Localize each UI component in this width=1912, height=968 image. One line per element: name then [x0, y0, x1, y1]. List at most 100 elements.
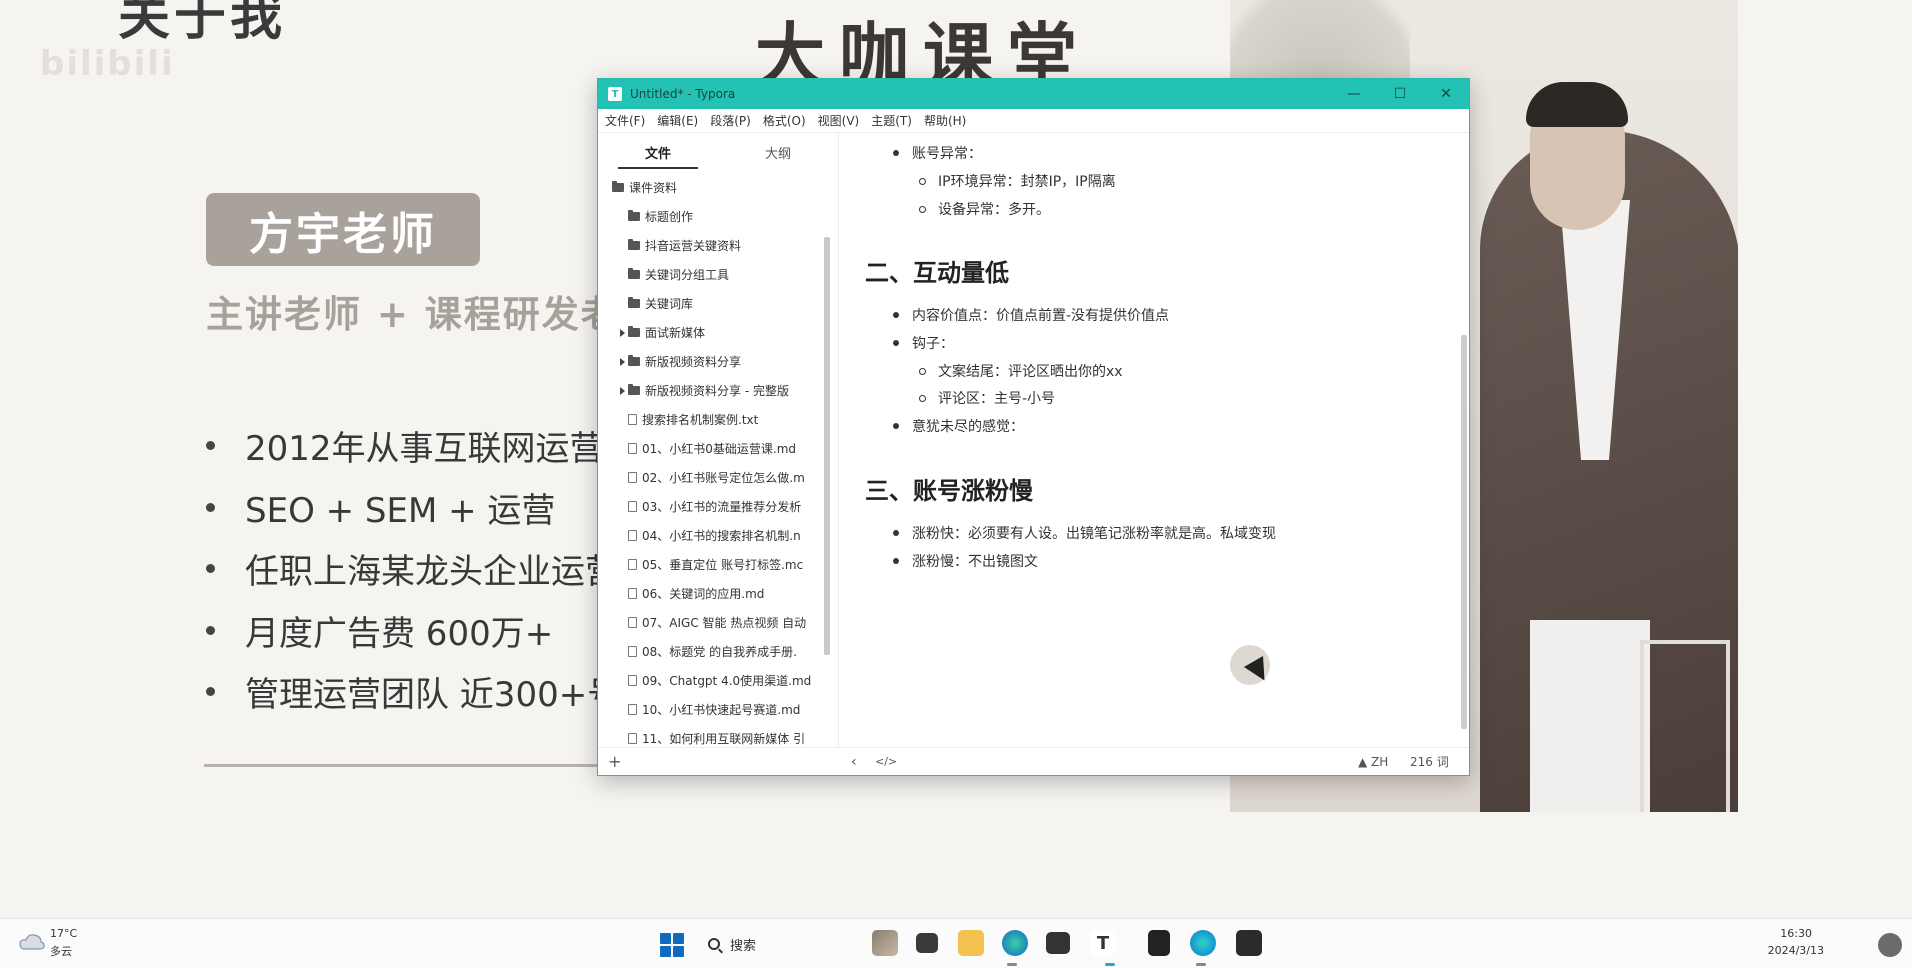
menu-file[interactable]: 文件(F) [605, 112, 645, 129]
start-button[interactable] [660, 933, 684, 957]
tree-folder-item[interactable]: 标题创作 [598, 202, 830, 231]
tree-item-label: 04、小红书的搜索排名机制.n [642, 529, 801, 543]
notification-icon[interactable] [1878, 933, 1902, 957]
tree-folder-item[interactable]: 面试新媒体 [598, 318, 830, 347]
slide-heading: 关于我 [118, 0, 287, 47]
maximize-button[interactable]: ☐ [1377, 79, 1423, 109]
search-label: 搜索 [730, 938, 757, 954]
editor-list-item[interactable]: 评论区：主号-小号 [919, 388, 1055, 408]
tree-folder-item[interactable]: 新版视频资料分享 - 完整版 [598, 376, 830, 405]
tree-item-label: 05、垂直定位 账号打标签.mc [642, 558, 804, 572]
sidebar: 文件 大纲 课件资料标题创作 抖音运营关键资料 关键词分组工具关键词库面试新媒体新版… [598, 133, 839, 747]
taskbar-app-store-icon[interactable] [1046, 932, 1070, 954]
folder-icon [628, 326, 640, 337]
source-code-toggle-icon[interactable]: </> [875, 755, 897, 768]
editor-area[interactable]: 账号异常： IP环境异常：封禁IP，IP隔离 设备异常：多开。二、互动量低内容价值点… [839, 133, 1469, 747]
tree-folder-item[interactable]: 抖音运营关键资料 [598, 231, 830, 260]
tree-file-item[interactable]: 搜索排名机制案例.txt [598, 405, 830, 434]
weather-description[interactable]: 多云 [50, 943, 72, 959]
expand-caret-icon[interactable] [620, 357, 625, 366]
word-count[interactable]: 216 词 [1410, 753, 1449, 770]
taskbar-search[interactable]: 搜索 [700, 928, 850, 960]
tree-item-label: 课件资料 [629, 181, 678, 195]
cloudy-weather-icon[interactable] [18, 931, 46, 953]
sidebar-scrollbar[interactable] [824, 237, 830, 655]
tree-folder-item[interactable]: 课件资料 [598, 173, 830, 202]
menu-edit[interactable]: 编辑(E) [657, 112, 698, 129]
tab-files[interactable]: 文件 [598, 133, 718, 171]
taskbar-app-widgets-icon[interactable] [872, 930, 898, 956]
tree-file-item[interactable]: 11、如何利用互联网新媒体 引 [598, 724, 830, 747]
language-indicator[interactable]: ▲ ZH [1358, 755, 1388, 769]
clock-date[interactable]: 2024/3/13 [1768, 944, 1824, 957]
menu-view[interactable]: 视图(V) [818, 112, 860, 129]
minimize-button[interactable]: — [1331, 79, 1377, 109]
file-icon [628, 617, 637, 628]
taskbar: 17°C 多云 搜索 T 16:30 2024/3/13 [0, 918, 1912, 968]
tree-item-label: 06、关键词的应用.md [642, 587, 765, 601]
running-app-indicator [1007, 963, 1017, 966]
tree-item-label: 01、小红书0基础运营课.md [642, 442, 797, 456]
file-icon [628, 414, 637, 425]
edge-dev-browser-icon[interactable] [1190, 930, 1216, 956]
file-icon [628, 733, 637, 744]
editor-list-item[interactable]: 设备异常：多开。 [919, 199, 1050, 219]
tree-folder-item[interactable]: 关键词库 [598, 289, 830, 318]
tree-item-label: 关键词库 [645, 297, 694, 311]
file-icon [628, 704, 637, 715]
menu-bar: 文件(F) 编辑(E) 段落(P) 格式(O) 视图(V) 主题(T) 帮助(H… [598, 109, 1469, 133]
tree-file-item[interactable]: 03、小红书的流量推荐分发析 [598, 492, 830, 521]
file-icon [628, 443, 637, 454]
tree-item-label: 新版视频资料分享 - 完整版 [645, 384, 789, 398]
tab-outline[interactable]: 大纲 [718, 133, 838, 171]
editor-heading[interactable]: 三、账号涨粉慢 [865, 471, 1033, 506]
file-icon [628, 588, 637, 599]
tree-folder-item[interactable]: 关键词分组工具 [598, 260, 830, 289]
tree-folder-item[interactable]: 新版视频资料分享 [598, 347, 830, 376]
editor-list-item[interactable]: IP环境异常：封禁IP，IP隔离 [919, 171, 1116, 191]
clock-time[interactable]: 16:30 [1780, 927, 1812, 940]
tree-file-item[interactable]: 02、小红书账号定位怎么做.m [598, 463, 830, 492]
expand-caret-icon[interactable] [620, 328, 625, 337]
menu-paragraph[interactable]: 段落(P) [710, 112, 751, 129]
menu-help[interactable]: 帮助(H) [924, 112, 966, 129]
editor-heading[interactable]: 二、互动量低 [865, 253, 1009, 288]
taskbar-app-tool-icon[interactable] [1236, 930, 1262, 956]
editor-list-item[interactable]: 内容价值点：价值点前置-没有提供价值点 [893, 305, 1169, 325]
notepad-icon[interactable] [1148, 930, 1170, 956]
tree-item-label: 10、小红书快速起号赛道.md [642, 703, 801, 717]
editor-list-item[interactable]: 意犹未尽的感觉： [893, 416, 1024, 436]
tree-file-item[interactable]: 10、小红书快速起号赛道.md [598, 695, 830, 724]
edge-browser-icon[interactable] [1002, 930, 1028, 956]
add-file-button[interactable]: + [608, 752, 621, 771]
tree-item-label: 02、小红书账号定位怎么做.m [642, 471, 805, 485]
tree-file-item[interactable]: 01、小红书0基础运营课.md [598, 434, 830, 463]
file-explorer-icon[interactable] [958, 930, 984, 956]
tree-file-item[interactable]: 08、标题党 的自我养成手册. [598, 637, 830, 666]
editor-list-item[interactable]: 文案结尾：评论区晒出你的xx [919, 361, 1123, 381]
taskbar-app-terminal-icon[interactable] [916, 933, 938, 953]
tree-file-item[interactable]: 09、Chatgpt 4.0使用渠道.md [598, 666, 830, 695]
editor-list-item[interactable]: 涨粉快：必须要有人设。出镜笔记涨粉率就是高。私域变现 [893, 523, 1276, 543]
watermark: bilibili [40, 44, 175, 84]
tree-file-item[interactable]: 05、垂直定位 账号打标签.mc [598, 550, 830, 579]
menu-format[interactable]: 格式(O) [763, 112, 806, 129]
tree-file-item[interactable]: 04、小红书的搜索排名机制.n [598, 521, 830, 550]
title-bar[interactable]: T Untitled* - Typora — ☐ ✕ [598, 79, 1469, 109]
editor-list-item[interactable]: 账号异常： [893, 143, 982, 163]
weather-temperature[interactable]: 17°C [50, 927, 77, 940]
file-tree: 课件资料标题创作 抖音运营关键资料 关键词分组工具关键词库面试新媒体新版视频资料分享… [598, 173, 830, 747]
typora-taskbar-icon[interactable]: T [1090, 930, 1116, 956]
typora-window: T Untitled* - Typora — ☐ ✕ 文件(F) 编辑(E) 段… [597, 78, 1470, 776]
tree-item-label: 面试新媒体 [645, 326, 706, 340]
tree-file-item[interactable]: 06、关键词的应用.md [598, 579, 830, 608]
menu-theme[interactable]: 主题(T) [871, 112, 912, 129]
editor-scrollbar[interactable] [1461, 335, 1467, 729]
back-icon[interactable]: ‹ [851, 754, 857, 770]
bullet-list: 2012年从事互联网运营 SEO + SEM + 运营 任职上海某龙头企业运营 … [206, 415, 621, 723]
close-button[interactable]: ✕ [1423, 79, 1469, 109]
editor-list-item[interactable]: 钩子： [893, 333, 954, 353]
expand-caret-icon[interactable] [620, 386, 625, 395]
tree-file-item[interactable]: 07、AIGC 智能 热点视频 自动 [598, 608, 830, 637]
editor-list-item[interactable]: 涨粉慢：不出镜图文 [893, 551, 1038, 571]
